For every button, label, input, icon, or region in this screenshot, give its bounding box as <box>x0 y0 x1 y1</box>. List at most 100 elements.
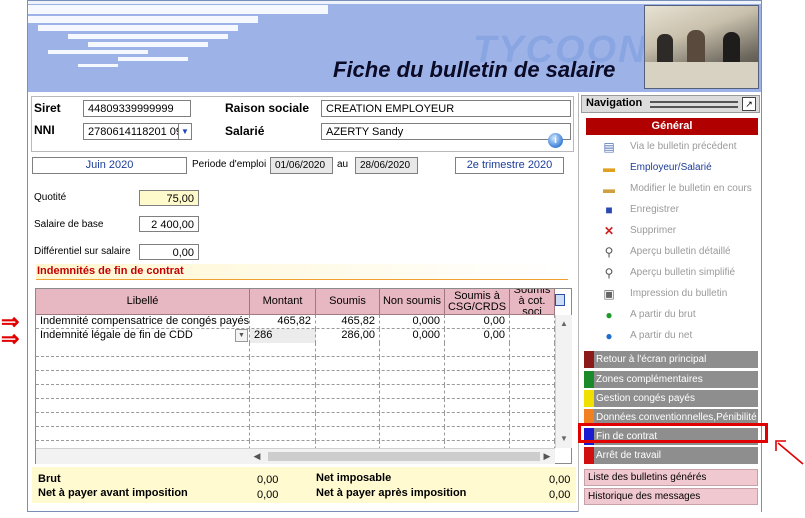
banner-pattern <box>38 25 238 31</box>
scroll-left-icon[interactable]: ◀ <box>250 449 264 464</box>
col-header-csg-crds[interactable]: Soumis à CSG/CRDS <box>445 289 510 315</box>
action-impression[interactable]: ▣ Impression du bulletin <box>586 284 758 304</box>
action-a-partir-du-net[interactable]: ● A partir du net <box>586 326 758 346</box>
col-header-montant[interactable]: Montant <box>250 289 316 315</box>
navigation-panel: Navigation ↗ Général ▤ Via le bulletin p… <box>578 93 761 512</box>
net-apres-label: Net à payer après imposition <box>316 487 467 499</box>
empty-row[interactable] <box>36 427 555 441</box>
table-row[interactable]: Indemnité compensatrice de congés payés … <box>36 315 555 329</box>
navigation-title: Navigation <box>586 97 643 109</box>
nni-dropdown-icon[interactable]: ▼ <box>179 123 192 140</box>
net-avant-value: 0,00 <box>257 489 279 501</box>
action-a-partir-du-brut[interactable]: ● A partir du brut <box>586 305 758 325</box>
nni-label: NNI <box>34 123 55 137</box>
info-icon[interactable]: i <box>548 133 563 148</box>
banner-pattern <box>48 50 148 54</box>
col-header-cot-soci[interactable]: Soumis à cot. soci <box>510 289 555 315</box>
empty-row[interactable] <box>36 385 555 399</box>
cell-csg-crds[interactable]: 0,00 <box>445 315 510 329</box>
net-avant-label: Net à payer avant imposition <box>38 487 188 499</box>
vertical-scrollbar[interactable]: ▲ ▼ <box>555 315 572 448</box>
action-enregistrer[interactable]: ■ Enregistrer <box>586 200 758 220</box>
empty-row[interactable] <box>36 399 555 413</box>
cell-cot-soci[interactable] <box>510 329 555 343</box>
empty-row[interactable] <box>36 357 555 371</box>
cell-montant-editing[interactable]: 286 <box>250 329 316 343</box>
salaire-base-field[interactable]: 2 400,00 <box>139 216 199 232</box>
category-retour-ecran-principal[interactable]: Retour à l'écran principal <box>584 351 758 368</box>
cell-soumis[interactable]: 465,82 <box>316 315 380 329</box>
pin-icon[interactable]: ↗ <box>742 97 756 111</box>
category-arret-de-travail[interactable]: Arrêt de travail <box>584 447 758 464</box>
scroll-down-icon[interactable]: ▼ <box>556 432 572 446</box>
banner-pattern <box>28 5 328 14</box>
quotite-field[interactable]: 75,00 <box>139 190 199 206</box>
siret-field[interactable]: 44809339999999 <box>83 100 191 117</box>
cell-soumis[interactable]: 286,00 <box>316 329 380 343</box>
au-label: au <box>337 159 349 170</box>
banner-pattern <box>118 57 188 61</box>
indemnites-grid: Libellé Montant Soumis Non soumis Soumis… <box>35 288 572 464</box>
col-header-soumis[interactable]: Soumis <box>316 289 380 315</box>
delete-icon: ✕ <box>603 224 615 238</box>
nni-field[interactable]: 2780614118201 09 <box>83 123 179 140</box>
category-zones-complementaires[interactable]: Zones complémentaires <box>584 371 758 388</box>
annotation-highlight-box <box>578 423 768 443</box>
scroll-right-icon[interactable]: ▶ <box>540 449 554 464</box>
action-apercu-simplifie[interactable]: ⚲ Aperçu bulletin simplifié <box>586 263 758 283</box>
header-photo <box>644 5 759 89</box>
quarter-field: 2e trimestre 2020 <box>455 157 564 174</box>
action-via-bulletin-precedent[interactable]: ▤ Via le bulletin précédent <box>586 137 758 157</box>
brut-value: 0,00 <box>257 474 279 486</box>
section-title: Indemnités de fin de contrat <box>36 264 568 280</box>
drag-handle[interactable] <box>650 101 738 108</box>
banner-pattern <box>78 64 118 67</box>
link-liste-bulletins[interactable]: Liste des bulletins générés <box>584 469 758 486</box>
chevron-down-icon[interactable]: ▼ <box>235 329 248 342</box>
empty-row[interactable] <box>36 413 555 427</box>
banner-pattern <box>68 34 228 39</box>
category-color-swatch <box>584 447 594 464</box>
cell-non-soumis[interactable]: 0,000 <box>380 315 445 329</box>
net-imposable-value: 0,00 <box>549 474 571 486</box>
scroll-thumb[interactable] <box>268 452 540 461</box>
cell-non-soumis[interactable]: 0,000 <box>380 329 445 343</box>
period-start-field[interactable]: 01/06/2020 <box>270 157 333 174</box>
action-apercu-detaille[interactable]: ⚲ Aperçu bulletin détaillé <box>586 242 758 262</box>
cell-montant[interactable]: 465,82 <box>250 315 316 329</box>
grid-header: Libellé Montant Soumis Non soumis Soumis… <box>36 289 555 315</box>
table-row[interactable]: Indemnité légale de fin de CDD ▼ 286 286… <box>36 329 555 343</box>
differentiel-field[interactable]: 0,00 <box>139 244 199 260</box>
raison-sociale-label: Raison sociale <box>225 101 310 115</box>
cell-libelle[interactable]: Indemnité légale de fin de CDD ▼ <box>36 329 250 343</box>
nav-group-general[interactable]: Général <box>586 118 758 135</box>
periode-emploi-label: Periode d'emploi <box>192 159 267 170</box>
banner-pattern <box>28 16 258 23</box>
month-field: Juin 2020 <box>32 157 187 174</box>
zoom-icon: ⚲ <box>604 266 614 280</box>
category-color-swatch <box>584 351 594 368</box>
cell-csg-crds[interactable]: 0,00 <box>445 329 510 343</box>
horizontal-scrollbar[interactable]: ◀ ▶ <box>36 448 555 464</box>
cell-libelle-text: Indemnité légale de fin de CDD <box>40 329 193 341</box>
cell-cot-soci[interactable] <box>510 315 555 329</box>
quotite-label: Quotité <box>34 192 67 203</box>
salarie-field[interactable]: AZERTY Sandy <box>321 123 571 140</box>
grid-settings-icon[interactable] <box>555 294 565 306</box>
scroll-up-icon[interactable]: ▲ <box>556 317 572 331</box>
empty-row[interactable] <box>36 343 555 357</box>
zoom-icon: ⚲ <box>604 245 614 259</box>
action-modifier-bulletin[interactable]: ▬ Modifier le bulletin en cours <box>586 179 758 199</box>
col-header-libelle[interactable]: Libellé <box>36 289 250 315</box>
differentiel-label: Différentiel sur salaire <box>34 246 131 257</box>
period-end-field[interactable]: 28/06/2020 <box>355 157 418 174</box>
action-employeur-salarie[interactable]: ▬ Employeur/Salarié <box>586 158 758 178</box>
nav-actions: ▤ Via le bulletin précédent ▬ Employeur/… <box>586 137 758 349</box>
category-gestion-conges-payes[interactable]: Gestion congés payés <box>584 390 758 407</box>
action-supprimer[interactable]: ✕ Supprimer <box>586 221 758 241</box>
cell-libelle[interactable]: Indemnité compensatrice de congés payés <box>36 315 250 329</box>
link-historique-messages[interactable]: Historique des messages <box>584 488 758 505</box>
raison-sociale-field[interactable]: CREATION EMPLOYEUR <box>321 100 571 117</box>
empty-row[interactable] <box>36 371 555 385</box>
col-header-non-soumis[interactable]: Non soumis <box>380 289 445 315</box>
